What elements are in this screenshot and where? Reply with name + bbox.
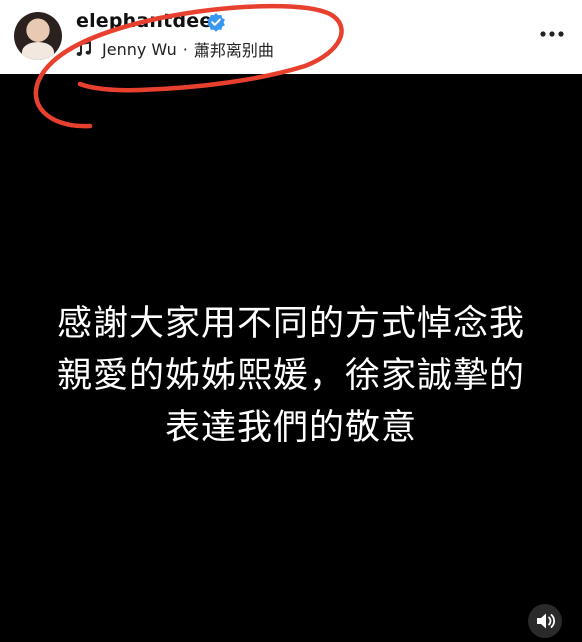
music-separator: · [182, 39, 188, 59]
speaker-icon [537, 613, 556, 629]
username[interactable]: elephantdee [76, 10, 212, 32]
music-artist: Jenny Wu [102, 39, 177, 59]
story-line: 表達我們的敬意 [164, 408, 417, 448]
story-message: 感謝大家用不同的方式悼念我 親愛的姊姊熙媛，徐家誠摯的 表達我們的敬意 [0, 298, 582, 454]
music-attribution[interactable]: Jenny Wu · 蕭邦离别曲 [76, 37, 274, 61]
story-line: 感謝大家用不同的方式悼念我 [56, 304, 525, 344]
music-note-icon [76, 41, 91, 56]
story-header: elephantdee Jenny Wu · 蕭邦离别曲 [0, 0, 582, 74]
sound-toggle-button[interactable] [528, 604, 562, 638]
story-line: 親愛的姊姊熙媛，徐家誠摯的 [56, 356, 525, 396]
verified-badge-icon [207, 13, 225, 32]
avatar[interactable] [14, 12, 62, 60]
more-options-icon[interactable] [540, 24, 564, 44]
music-title: 蕭邦离别曲 [193, 41, 274, 60]
